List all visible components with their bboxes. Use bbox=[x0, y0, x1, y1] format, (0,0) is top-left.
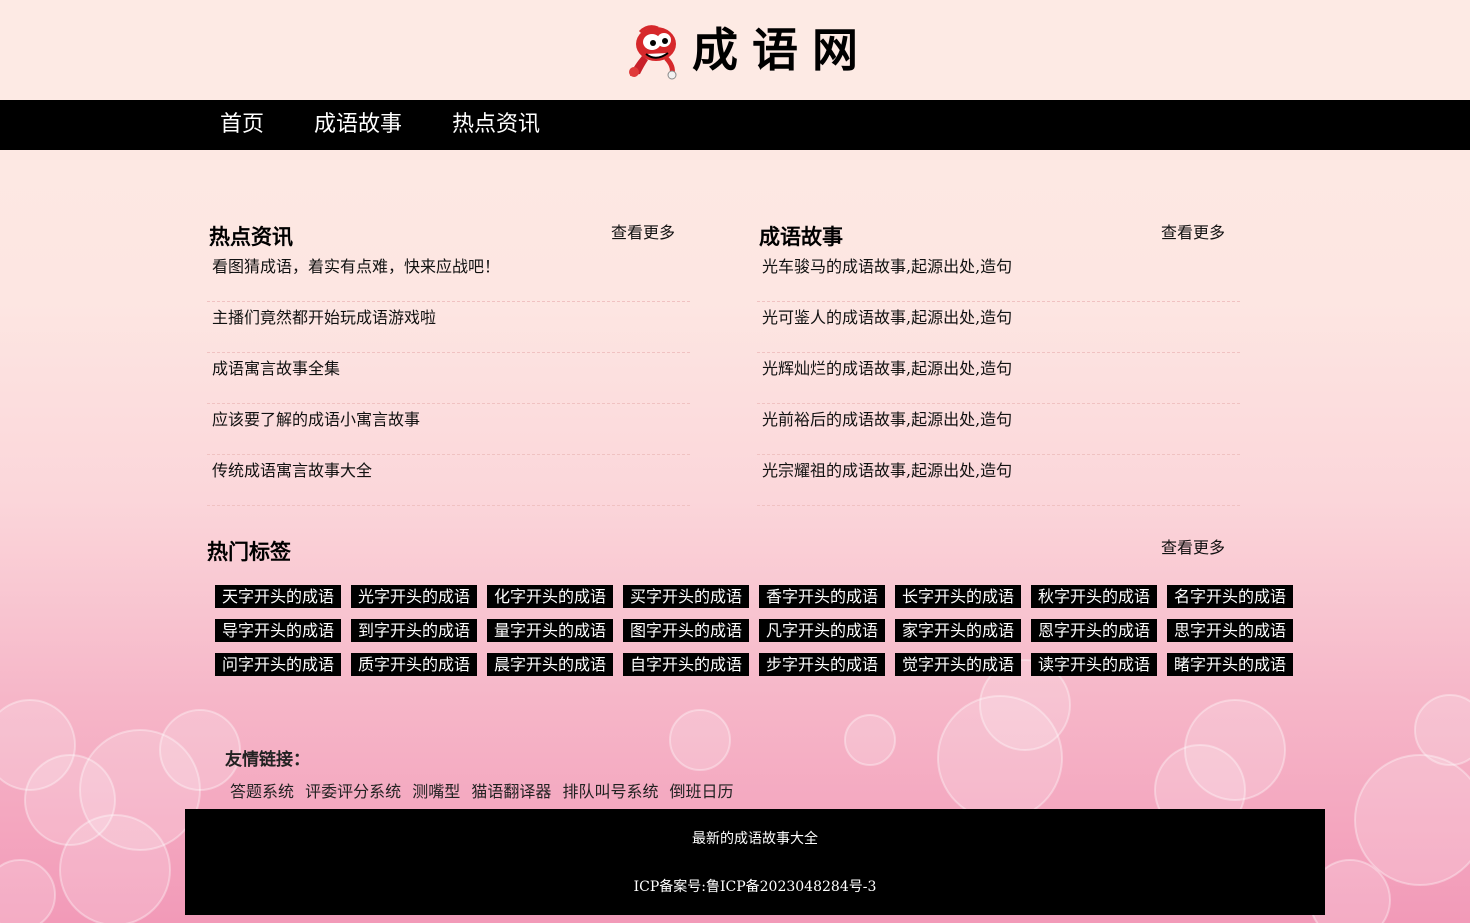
list-item: 光前裕后的成语故事,起源出处,造句 bbox=[757, 404, 1240, 455]
list-item: 光可鉴人的成语故事,起源出处,造句 bbox=[757, 302, 1240, 353]
hot-news-more-link[interactable]: 查看更多 bbox=[611, 219, 675, 243]
tag-link[interactable]: 觉字开头的成语 bbox=[895, 653, 1022, 676]
tag-link[interactable]: 秋字开头的成语 bbox=[1031, 585, 1158, 608]
list-item: 看图猜成语，着实有点难，快来应战吧！ bbox=[207, 251, 690, 302]
tag-link[interactable]: 香字开头的成语 bbox=[759, 585, 886, 608]
tag-link[interactable]: 凡字开头的成语 bbox=[759, 619, 886, 642]
nav-item-hot-news[interactable]: 热点资讯 bbox=[452, 100, 540, 150]
hot-news-link[interactable]: 应该要了解的成语小寓言故事 bbox=[212, 406, 420, 430]
friend-links-title: 友情链接： bbox=[225, 750, 310, 770]
icp-record[interactable]: ICP备案号:鲁ICP备2023048284号-3 bbox=[185, 876, 1325, 896]
tag-link[interactable]: 质字开头的成语 bbox=[351, 653, 478, 676]
hot-news-list: 看图猜成语，着实有点难，快来应战吧！ 主播们竟然都开始玩成语游戏啦 成语寓言故事… bbox=[207, 251, 690, 506]
hot-tags-title: 热门标签 bbox=[207, 540, 291, 564]
idiom-story-link[interactable]: 光可鉴人的成语故事,起源出处,造句 bbox=[762, 304, 1012, 328]
friend-link[interactable]: 评委评分系统 bbox=[305, 782, 401, 801]
tag-link[interactable]: 买字开头的成语 bbox=[623, 585, 750, 608]
site-footer: 最新的成语故事大全 ICP备案号:鲁ICP备2023048284号-3 bbox=[185, 809, 1325, 915]
tag-link[interactable]: 量字开头的成语 bbox=[487, 619, 614, 642]
list-item: 主播们竟然都开始玩成语游戏啦 bbox=[207, 302, 690, 353]
hot-news-title: 热点资讯 bbox=[209, 225, 293, 249]
list-item: 光宗耀祖的成语故事,起源出处,造句 bbox=[757, 455, 1240, 506]
tag-link[interactable]: 导字开头的成语 bbox=[215, 619, 342, 642]
friend-links: 答题系统 评委评分系统 测嘴型 猫语翻译器 排队叫号系统 倒班日历 bbox=[230, 778, 740, 802]
hot-news-link[interactable]: 主播们竟然都开始玩成语游戏啦 bbox=[212, 304, 436, 328]
site-header: 成语网 bbox=[0, 0, 1470, 100]
tag-link[interactable]: 自字开头的成语 bbox=[623, 653, 750, 676]
friend-link[interactable]: 猫语翻译器 bbox=[471, 782, 551, 801]
friend-link[interactable]: 测嘴型 bbox=[412, 782, 460, 801]
tag-link[interactable]: 步字开头的成语 bbox=[759, 653, 886, 676]
tag-link[interactable]: 问字开头的成语 bbox=[215, 653, 342, 676]
tag-link[interactable]: 天字开头的成语 bbox=[215, 585, 342, 608]
tag-link[interactable]: 恩字开头的成语 bbox=[1031, 619, 1158, 642]
tag-link[interactable]: 思字开头的成语 bbox=[1167, 619, 1294, 642]
hot-tags-more-link[interactable]: 查看更多 bbox=[1161, 534, 1225, 558]
tag-link[interactable]: 睹字开头的成语 bbox=[1167, 653, 1294, 676]
cartoon-mascot-icon[interactable] bbox=[622, 20, 682, 80]
tag-link[interactable]: 名字开头的成语 bbox=[1167, 585, 1294, 608]
idiom-story-link[interactable]: 光宗耀祖的成语故事,起源出处,造句 bbox=[762, 457, 1012, 481]
list-item: 光辉灿烂的成语故事,起源出处,造句 bbox=[757, 353, 1240, 404]
main-nav: 首页 成语故事 热点资讯 bbox=[0, 100, 1470, 150]
tag-link[interactable]: 到字开头的成语 bbox=[351, 619, 478, 642]
list-item: 成语寓言故事全集 bbox=[207, 353, 690, 404]
nav-item-home[interactable]: 首页 bbox=[220, 100, 264, 150]
idiom-stories-list: 光车骏马的成语故事,起源出处,造句 光可鉴人的成语故事,起源出处,造句 光辉灿烂… bbox=[757, 251, 1240, 506]
list-item: 光车骏马的成语故事,起源出处,造句 bbox=[757, 251, 1240, 302]
tag-link[interactable]: 晨字开头的成语 bbox=[487, 653, 614, 676]
hot-news-link[interactable]: 成语寓言故事全集 bbox=[212, 355, 340, 379]
nav-item-idiom-stories[interactable]: 成语故事 bbox=[314, 100, 402, 150]
tag-link[interactable]: 图字开头的成语 bbox=[623, 619, 750, 642]
tag-link[interactable]: 光字开头的成语 bbox=[351, 585, 478, 608]
hot-news-link[interactable]: 传统成语寓言故事大全 bbox=[212, 457, 372, 481]
friend-link[interactable]: 排队叫号系统 bbox=[562, 782, 658, 801]
idiom-story-link[interactable]: 光前裕后的成语故事,起源出处,造句 bbox=[762, 406, 1012, 430]
friend-link[interactable]: 倒班日历 bbox=[670, 782, 734, 801]
tag-link[interactable]: 化字开头的成语 bbox=[487, 585, 614, 608]
friend-link[interactable]: 答题系统 bbox=[230, 782, 294, 801]
idiom-stories-more-link[interactable]: 查看更多 bbox=[1161, 219, 1225, 243]
footer-tagline: 最新的成语故事大全 bbox=[692, 831, 818, 847]
tag-link[interactable]: 读字开头的成语 bbox=[1031, 653, 1158, 676]
idiom-story-link[interactable]: 光辉灿烂的成语故事,起源出处,造句 bbox=[762, 355, 1012, 379]
hot-news-link[interactable]: 看图猜成语，着实有点难，快来应战吧！ bbox=[212, 253, 500, 277]
idiom-stories-title: 成语故事 bbox=[759, 225, 843, 249]
list-item: 传统成语寓言故事大全 bbox=[207, 455, 690, 506]
tag-link[interactable]: 家字开头的成语 bbox=[895, 619, 1022, 642]
idiom-story-link[interactable]: 光车骏马的成语故事,起源出处,造句 bbox=[762, 253, 1012, 277]
site-title: 成语网 bbox=[692, 23, 872, 77]
tag-link[interactable]: 长字开头的成语 bbox=[895, 585, 1022, 608]
list-item: 应该要了解的成语小寓言故事 bbox=[207, 404, 690, 455]
